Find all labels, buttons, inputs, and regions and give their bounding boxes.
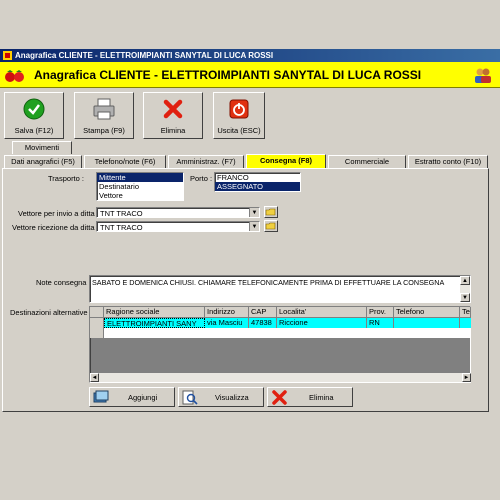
row-selector[interactable] <box>90 318 104 328</box>
trasporto-option[interactable]: Mittente <box>97 173 183 182</box>
scroll-up-icon[interactable]: ▲ <box>460 276 470 285</box>
folder-icon <box>265 222 276 230</box>
trasporto-listbox[interactable]: Mittente Destinatario Vettore <box>96 172 184 201</box>
table-row-new[interactable] <box>90 328 471 338</box>
delete-x-icon <box>272 390 287 405</box>
tab-amministrazione[interactable]: Amministraz. (F7) <box>168 155 244 168</box>
view-destination-button[interactable]: Visualizza <box>178 387 264 407</box>
tab-commerciale[interactable]: Commerciale <box>328 155 406 168</box>
porto-label: Porto : <box>190 174 213 183</box>
grid-header[interactable]: Telefono <box>394 307 460 318</box>
destinazioni-grid[interactable]: Ragione sociale Indirizzo CAP Localita' … <box>89 306 471 383</box>
magnifier-document-icon <box>182 390 198 405</box>
scroll-left-icon[interactable]: ◄ <box>90 373 99 382</box>
grid-cell[interactable]: 47838 <box>249 318 277 328</box>
trasporto-option[interactable]: Destinatario <box>97 182 183 191</box>
grid-cell[interactable] <box>394 318 460 328</box>
page-title: Anagrafica CLIENTE - ELETTROIMPIANTI SAN… <box>34 68 422 82</box>
exit-label: Uscita (ESC) <box>217 126 261 135</box>
scroll-down-icon[interactable]: ▼ <box>460 293 470 302</box>
note-textarea[interactable]: SABATO E DOMENICA CHIUSI. CHIAMARE TELEF… <box>89 275 471 303</box>
users-icon[interactable] <box>474 67 492 83</box>
chevron-down-icon[interactable]: ▼ <box>249 208 259 217</box>
vettore-invio-value: TNT TRACO <box>100 209 143 218</box>
porto-listbox[interactable]: FRANCO ASSEGNATO <box>214 172 301 192</box>
vettore-ricezione-select[interactable]: TNT TRACO ▼ <box>96 221 260 232</box>
trasporto-label: Trasporto : <box>48 174 84 183</box>
add-label: Aggiungi <box>128 393 158 402</box>
add-destination-button[interactable]: Aggiungi <box>89 387 175 407</box>
grid-header[interactable]: CAP <box>249 307 277 318</box>
grid-corner <box>90 307 104 318</box>
tab-telefono-note[interactable]: Telefono/note (F6) <box>84 155 166 168</box>
vettore-invio-select[interactable]: TNT TRACO ▼ <box>96 207 260 218</box>
grid-header[interactable]: Localita' <box>277 307 367 318</box>
add-record-icon <box>93 390 109 403</box>
window-title: Anagrafica CLIENTE - ELETTROIMPIANTI SAN… <box>15 51 274 60</box>
printer-icon <box>93 98 115 120</box>
trasporto-option[interactable]: Vettore <box>97 191 183 200</box>
chevron-down-icon[interactable]: ▼ <box>249 222 259 231</box>
vettore-invio-label: Vettore per invio a ditta : <box>18 209 99 218</box>
porto-option[interactable]: ASSEGNATO <box>215 182 300 191</box>
tab-consegna[interactable]: Consegna (F8) <box>246 154 326 168</box>
tab-dati-anagrafici[interactable]: Dati anagrafici (F5) <box>4 155 82 168</box>
scroll-right-icon[interactable]: ► <box>462 373 471 382</box>
delete-x-icon <box>163 99 183 119</box>
delete-destination-button[interactable]: Elimina <box>267 387 353 407</box>
print-button[interactable]: Stampa (F9) <box>74 92 134 139</box>
table-row[interactable]: ELETTROIMPIANTI SANY via Masciu 47838 Ri… <box>90 318 471 328</box>
grid-cell[interactable]: ELETTROIMPIANTI SANY <box>104 318 205 328</box>
grid-cell[interactable]: via Masciu <box>205 318 249 328</box>
power-icon <box>229 99 249 119</box>
destinazioni-label: Destinazioni alternative : <box>10 308 92 317</box>
save-label: Salva (F12) <box>14 126 54 135</box>
grid-cell[interactable]: RN <box>367 318 394 328</box>
exit-button[interactable]: Uscita (ESC) <box>213 92 265 139</box>
app-icon <box>3 51 12 60</box>
grid-header[interactable]: Te <box>460 307 471 318</box>
grid-header[interactable]: Prov. <box>367 307 394 318</box>
view-label: Visualizza <box>215 393 249 402</box>
delete-label: Elimina <box>160 126 186 135</box>
delete-dest-label: Elimina <box>309 393 334 402</box>
grid-header[interactable]: Ragione sociale <box>104 307 205 318</box>
vettore-ricezione-value: TNT TRACO <box>100 223 143 232</box>
vettore-ricezione-lookup-button[interactable] <box>264 220 278 232</box>
delete-button[interactable]: Elimina <box>143 92 203 139</box>
grid-hscrollbar[interactable]: ◄ ► <box>90 373 471 382</box>
tab-movimenti[interactable]: Movimenti <box>12 141 72 154</box>
porto-option[interactable]: FRANCO <box>215 173 300 182</box>
vettore-ricezione-label: Vettore ricezione da ditta : <box>12 223 99 232</box>
window-titlebar: Anagrafica CLIENTE - ELETTROIMPIANTI SAN… <box>0 49 500 62</box>
tab-estratto-conto[interactable]: Estratto conto (F10) <box>408 155 488 168</box>
grid-header[interactable]: Indirizzo <box>205 307 249 318</box>
checkmark-icon <box>23 98 45 120</box>
vettore-invio-lookup-button[interactable] <box>264 206 278 218</box>
note-scrollbar[interactable]: ▲ ▼ <box>460 276 470 302</box>
print-label: Stampa (F9) <box>83 126 125 135</box>
save-button[interactable]: Salva (F12) <box>4 92 64 139</box>
note-label: Note consegna : <box>36 278 91 287</box>
row-selector[interactable] <box>90 328 104 338</box>
folder-icon <box>265 208 276 216</box>
grid-cell[interactable]: Riccione <box>277 318 367 328</box>
strawberries-logo-icon <box>5 70 24 82</box>
form-header: Anagrafica CLIENTE - ELETTROIMPIANTI SAN… <box>0 62 500 88</box>
note-text: SABATO E DOMENICA CHIUSI. CHIAMARE TELEF… <box>92 278 445 287</box>
